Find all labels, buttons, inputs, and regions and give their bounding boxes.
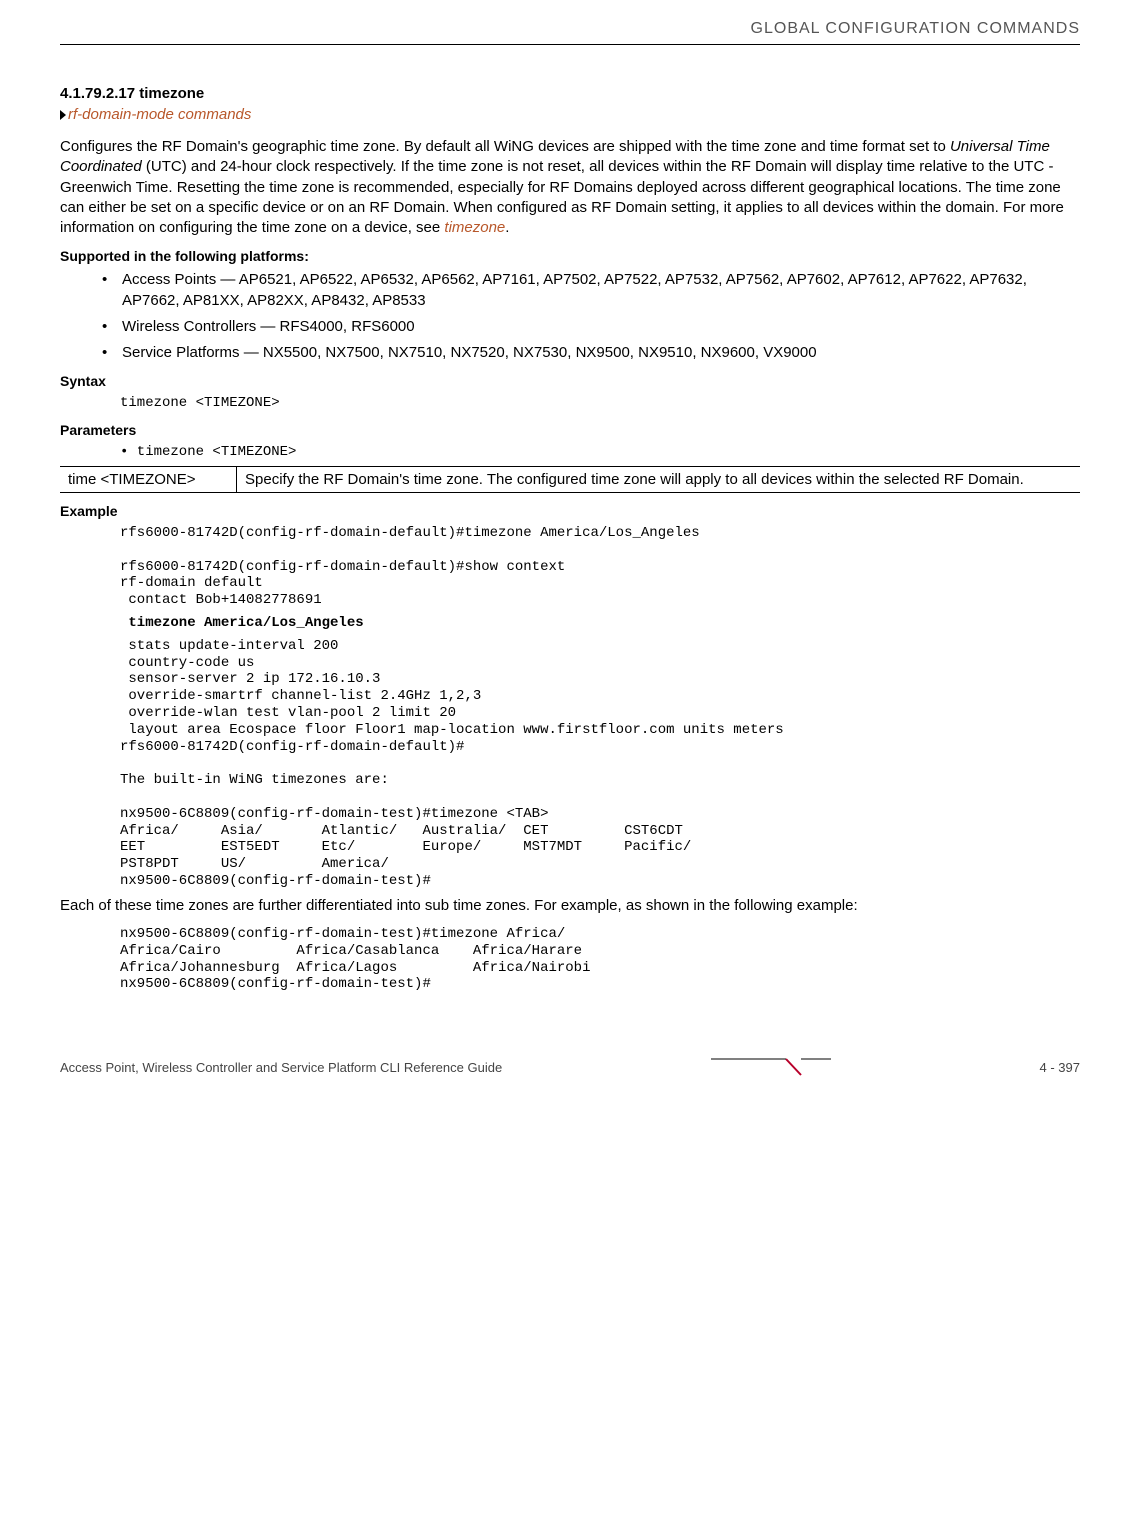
platforms-list: Access Points — AP6521, AP6522, AP6532, …	[60, 270, 1080, 363]
page-footer: Access Point, Wireless Controller and Se…	[60, 1053, 1080, 1077]
sub-paragraph: Each of these time zones are further dif…	[60, 896, 1080, 916]
table-row: time <TIMEZONE> Specify the RF Domain's …	[60, 467, 1080, 493]
syntax-code: timezone <TIMEZONE>	[120, 395, 1080, 412]
footer-text: Access Point, Wireless Controller and Se…	[60, 1060, 502, 1075]
breadcrumb-text: rf-domain-mode commands	[68, 106, 251, 123]
page-number: 4 - 397	[1040, 1060, 1080, 1075]
timezone-link[interactable]: timezone	[444, 219, 505, 236]
page-header: GLOBAL CONFIGURATION COMMANDS	[60, 20, 1080, 45]
example-code-2: stats update-interval 200 country-code u…	[120, 638, 1080, 890]
example-code-1: rfs6000-81742D(config-rf-domain-default)…	[120, 525, 1080, 609]
parameters-table: time <TIMEZONE> Specify the RF Domain's …	[60, 466, 1080, 493]
syntax-heading: Syntax	[60, 373, 1080, 389]
list-item: Access Points — AP6521, AP6522, AP6532, …	[102, 270, 1080, 311]
breadcrumb-link[interactable]: rf-domain-mode commands	[60, 106, 1080, 123]
table-cell-value: Specify the RF Domain's time zone. The c…	[237, 467, 1081, 493]
list-item: Service Platforms — NX5500, NX7500, NX75…	[102, 343, 1080, 363]
parameters-heading: Parameters	[60, 422, 1080, 438]
footer-divider-icon	[711, 1057, 831, 1077]
platforms-heading: Supported in the following platforms:	[60, 248, 1080, 264]
example-code-bold: timezone America/Los_Angeles	[120, 615, 1080, 632]
list-item: Wireless Controllers — RFS4000, RFS6000	[102, 317, 1080, 337]
section-heading: 4.1.79.2.17 timezone	[60, 85, 1080, 102]
arrow-right-icon	[60, 110, 66, 120]
table-cell-key: time <TIMEZONE>	[60, 467, 237, 493]
example-code-3: nx9500-6C8809(config-rf-domain-test)#tim…	[120, 926, 1080, 993]
description-paragraph: Configures the RF Domain's geographic ti…	[60, 137, 1080, 238]
example-heading: Example	[60, 503, 1080, 519]
parameters-line: • timezone <TIMEZONE>	[120, 444, 1080, 460]
